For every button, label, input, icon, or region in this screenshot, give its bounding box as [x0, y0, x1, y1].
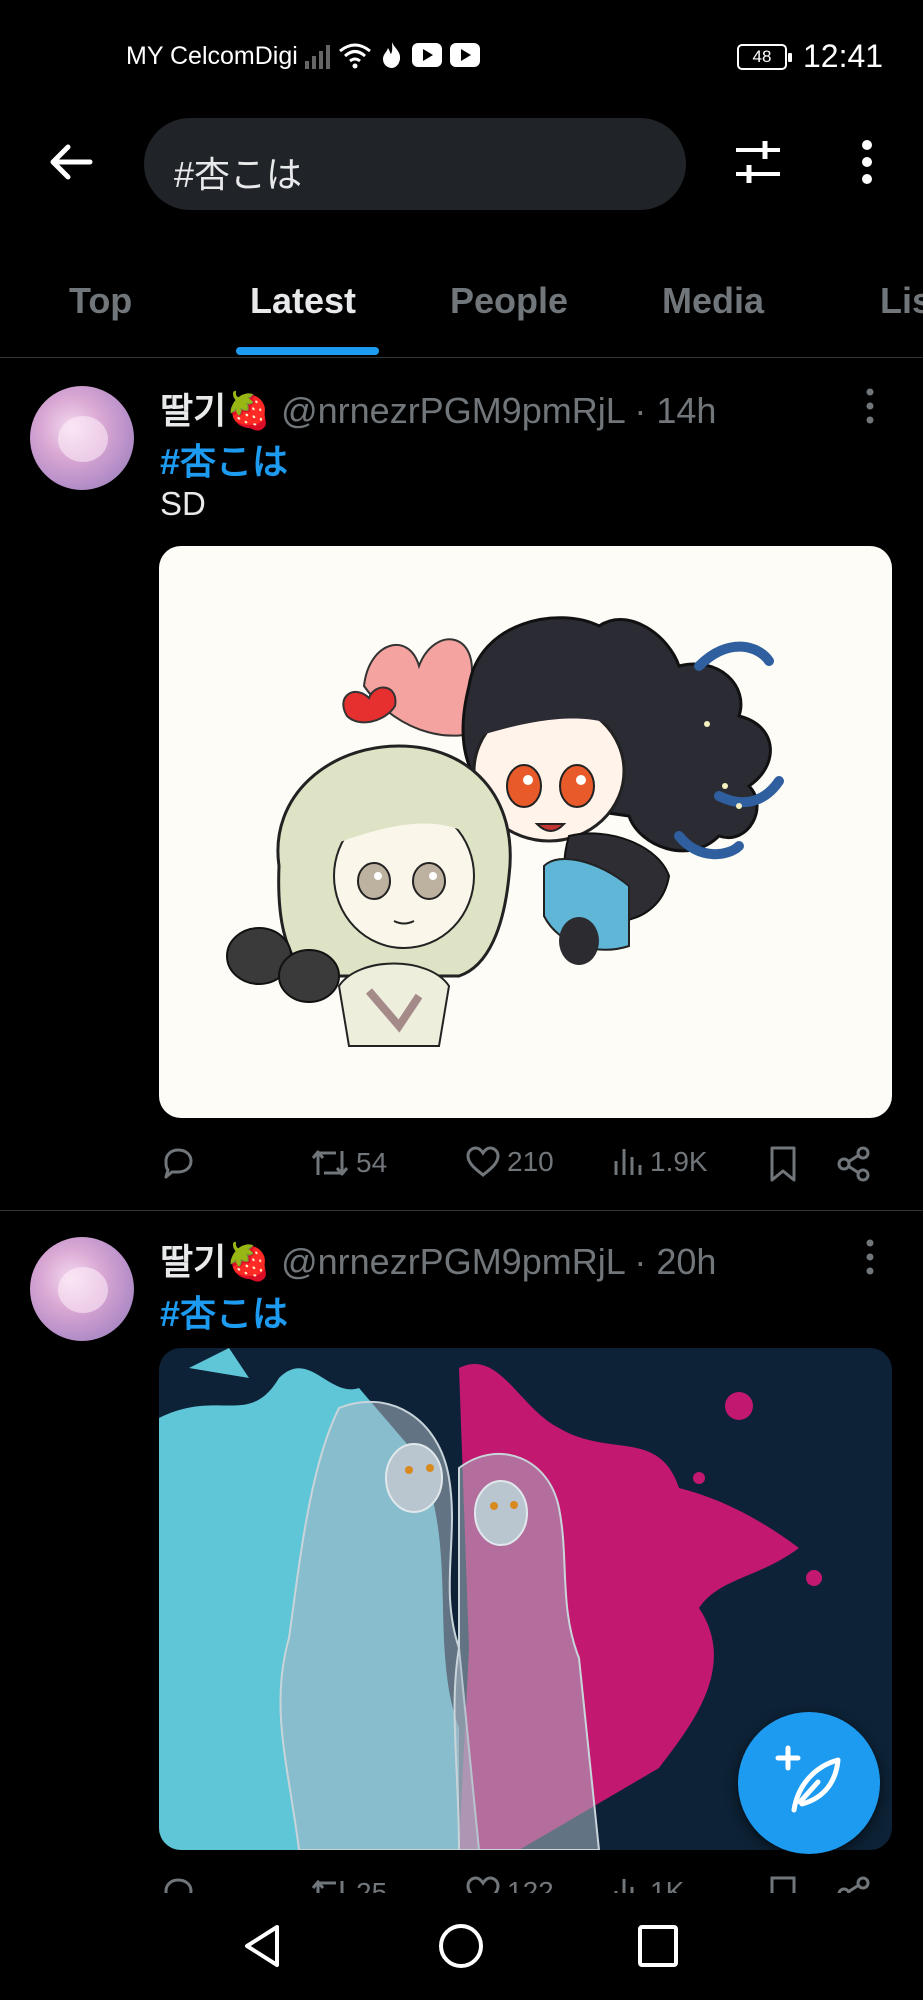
fire-icon: [383, 42, 401, 68]
wifi-icon: [339, 43, 371, 69]
display-name: 딸기🍓: [160, 1241, 272, 1282]
tab-lists[interactable]: Lis: [880, 280, 923, 322]
display-name: 딸기🍓: [160, 390, 272, 431]
tweet-author[interactable]: 딸기🍓 @nrnezrPGM9pmRjL · 20h: [160, 1233, 716, 1285]
back-arrow-icon[interactable]: [46, 137, 96, 187]
clock: 12:41: [803, 38, 884, 74]
retweet-button[interactable]: 54: [310, 1145, 387, 1181]
handle-and-time: @nrnezrPGM9pmRjL · 20h: [281, 1241, 717, 1282]
avatar[interactable]: [30, 386, 134, 490]
hashtag-link[interactable]: #杏こは: [160, 433, 288, 485]
views-button[interactable]: 1.9K: [612, 1145, 708, 1179]
youtube-icon: [412, 43, 442, 67]
tweet-text: SD: [160, 485, 206, 522]
search-input[interactable]: #杏こは: [144, 118, 686, 210]
system-navigation-bar: [0, 1893, 923, 2000]
nav-back-icon[interactable]: [241, 1923, 283, 1969]
hashtag-link[interactable]: #杏こは: [160, 1285, 288, 1337]
tab-media[interactable]: Media: [662, 280, 764, 322]
battery-icon: 48: [737, 44, 792, 70]
like-button[interactable]: 210: [465, 1145, 554, 1179]
compose-feather-icon: [775, 1745, 841, 1813]
nav-recents-icon[interactable]: [637, 1924, 679, 1968]
filter-sliders-icon[interactable]: [733, 137, 783, 187]
compose-tweet-button[interactable]: [738, 1712, 880, 1854]
avatar[interactable]: [30, 1237, 134, 1341]
view-count: 1.9K: [650, 1146, 708, 1177]
heart-icon: [466, 1146, 500, 1177]
signal-icon: [305, 41, 330, 69]
youtube-icon: [450, 43, 480, 67]
tab-people[interactable]: People: [450, 280, 568, 322]
search-header: #杏こは: [0, 115, 923, 215]
tab-top[interactable]: Top: [69, 280, 132, 322]
tweet-actions: 54 210 1.9K: [0, 1145, 923, 1195]
search-query: #杏こは: [174, 154, 303, 195]
tweet-author[interactable]: 딸기🍓 @nrnezrPGM9pmRjL · 14h: [160, 382, 716, 434]
tweet-more-icon[interactable]: [863, 386, 877, 426]
more-options-icon[interactable]: [850, 137, 884, 187]
retweet-icon: [311, 1150, 349, 1176]
share-icon[interactable]: [836, 1145, 872, 1183]
active-tab-indicator: [236, 347, 379, 355]
handle-and-time: @nrnezrPGM9pmRjL · 14h: [281, 390, 717, 431]
tweet-divider: [0, 1210, 923, 1211]
status-icons: [305, 40, 480, 70]
bookmark-icon[interactable]: [768, 1145, 798, 1183]
reply-button[interactable]: [160, 1145, 202, 1181]
nav-home-icon[interactable]: [438, 1923, 484, 1969]
tweet-image[interactable]: [159, 546, 892, 1118]
reply-icon: [164, 1148, 193, 1179]
search-tabs: Top Latest People Media Lis: [0, 258, 923, 358]
illustration-icon: [226, 616, 784, 1047]
status-bar: MY CelcomDigi 48 12:41: [0, 0, 923, 115]
tab-latest[interactable]: Latest: [250, 280, 356, 322]
like-count: 210: [507, 1146, 554, 1177]
retweet-count: 54: [356, 1147, 388, 1178]
views-chart-icon: [614, 1149, 642, 1175]
carrier-label: MY CelcomDigi: [126, 42, 298, 70]
tweet-more-icon[interactable]: [863, 1237, 877, 1277]
